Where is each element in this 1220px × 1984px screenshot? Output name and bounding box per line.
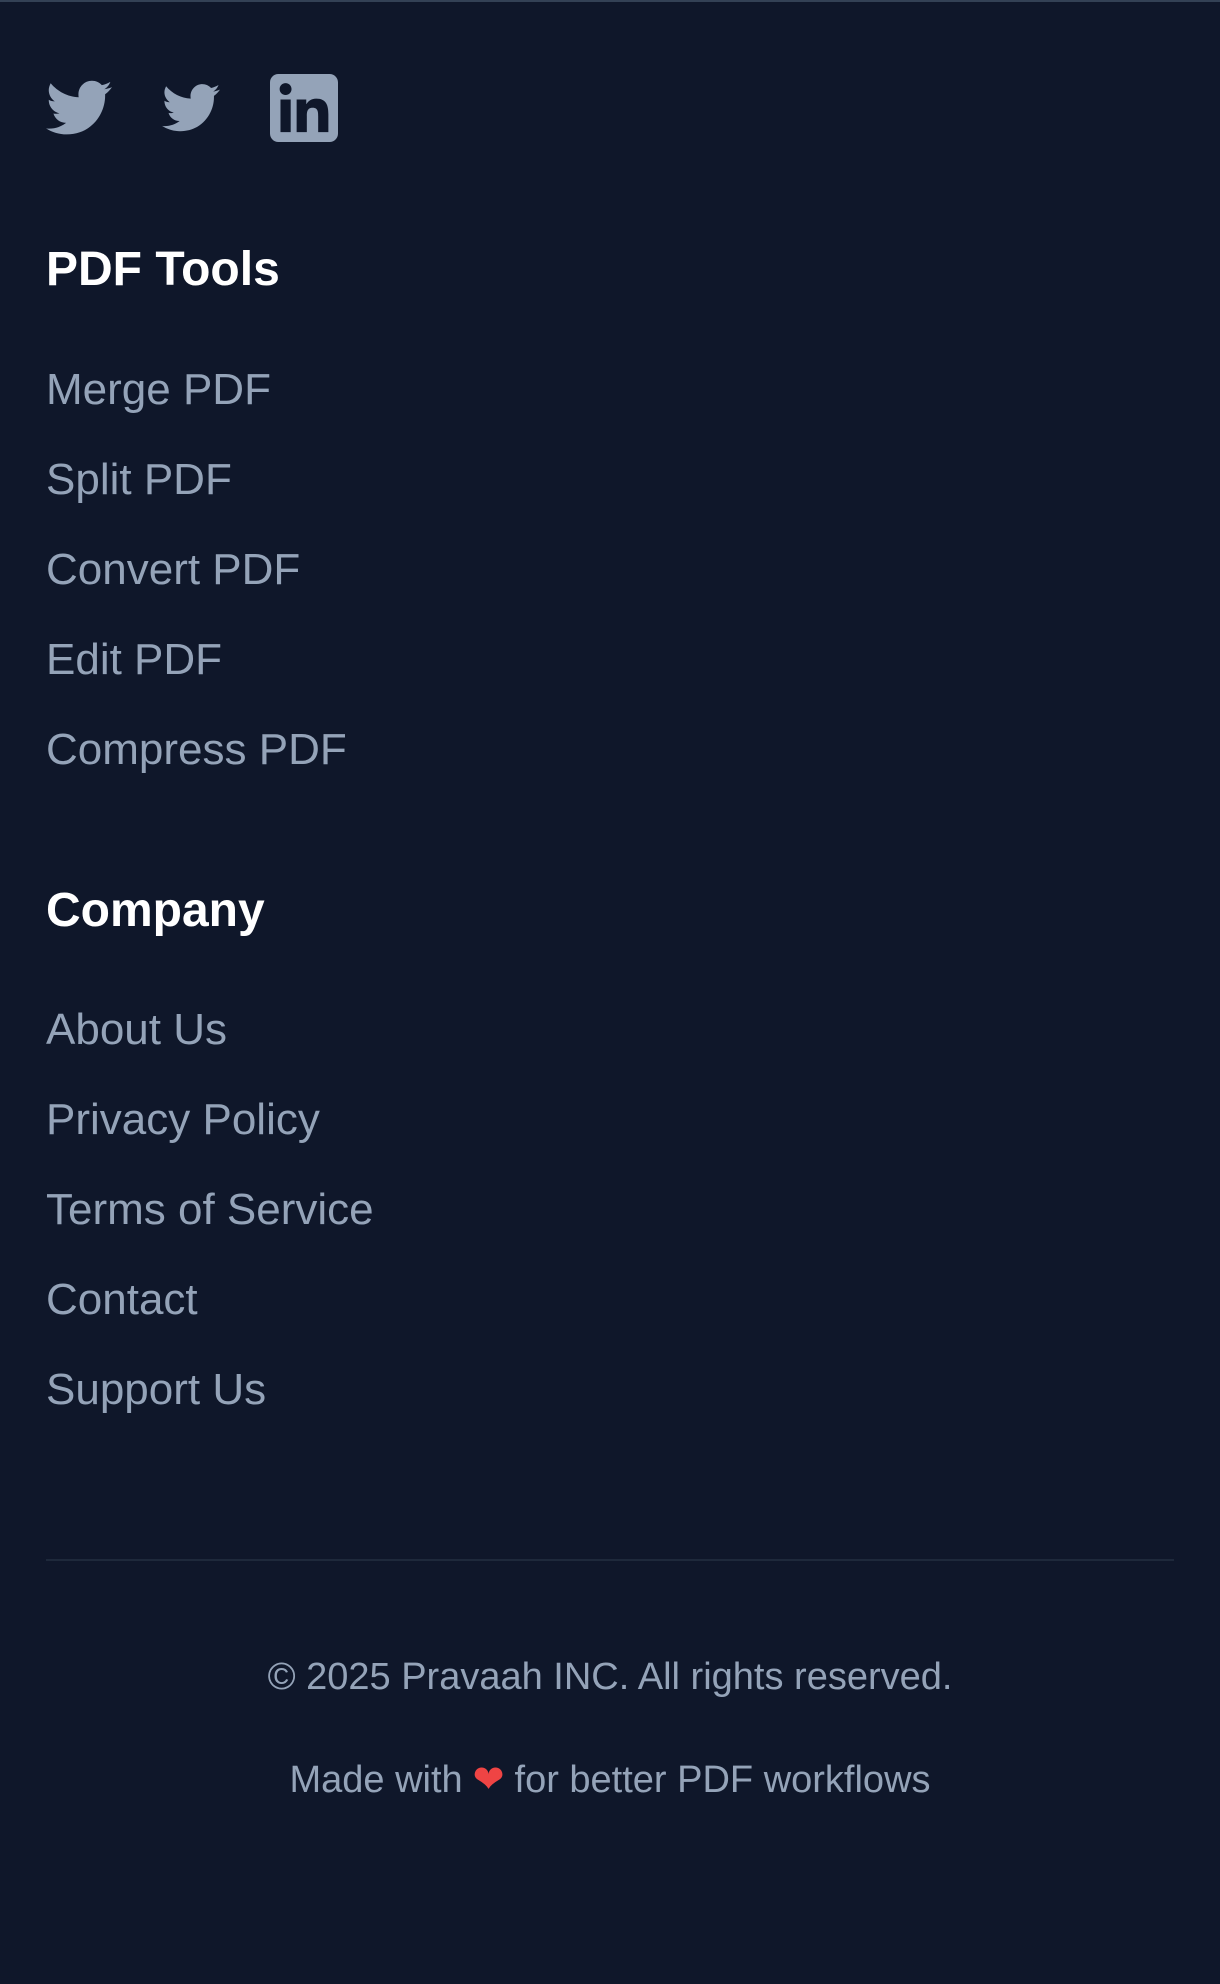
twitter-icon xyxy=(162,84,220,132)
list-item: Terms of Service xyxy=(46,1180,374,1270)
list-item: Privacy Policy xyxy=(46,1090,374,1180)
edit-pdf-link[interactable]: Edit PDF xyxy=(46,630,222,690)
contact-link[interactable]: Contact xyxy=(46,1270,198,1330)
made-with-text: Made with ❤ for better PDF workflows xyxy=(0,1755,1220,1805)
footer-divider xyxy=(46,1559,1174,1561)
list-item: Split PDF xyxy=(46,450,347,540)
site-footer: PDF Tools Merge PDF Split PDF Convert PD… xyxy=(0,0,1220,1984)
social-links xyxy=(46,74,388,142)
twitter-link-2[interactable] xyxy=(162,83,220,133)
twitter-link[interactable] xyxy=(46,80,112,136)
list-item: Support Us xyxy=(46,1360,374,1450)
support-us-link[interactable]: Support Us xyxy=(46,1360,266,1420)
company-heading: Company xyxy=(46,884,265,937)
linkedin-icon xyxy=(270,74,338,142)
list-item: About Us xyxy=(46,1000,374,1090)
made-with-prefix: Made with xyxy=(289,1759,463,1801)
pdf-tools-links: Merge PDF Split PDF Convert PDF Edit PDF… xyxy=(46,360,347,810)
pdf-tools-heading: PDF Tools xyxy=(46,243,280,296)
copyright-text: © 2025 Pravaah INC. All rights reserved. xyxy=(267,1656,953,1698)
list-item: Contact xyxy=(46,1270,374,1360)
about-us-link[interactable]: About Us xyxy=(46,1000,227,1060)
made-with-suffix: for better PDF workflows xyxy=(514,1759,931,1801)
split-pdf-link[interactable]: Split PDF xyxy=(46,450,232,510)
privacy-policy-link[interactable]: Privacy Policy xyxy=(46,1090,320,1150)
company-links: About Us Privacy Policy Terms of Service… xyxy=(46,1000,374,1450)
list-item: Convert PDF xyxy=(46,540,347,630)
list-item: Compress PDF xyxy=(46,720,347,810)
compress-pdf-link[interactable]: Compress PDF xyxy=(46,720,347,780)
merge-pdf-link[interactable]: Merge PDF xyxy=(46,360,271,420)
heart-icon: ❤ xyxy=(472,1759,505,1801)
convert-pdf-link[interactable]: Convert PDF xyxy=(46,540,300,600)
twitter-icon xyxy=(46,80,112,135)
list-item: Edit PDF xyxy=(46,630,347,720)
list-item: Merge PDF xyxy=(46,360,347,450)
terms-of-service-link[interactable]: Terms of Service xyxy=(46,1180,374,1240)
linkedin-link[interactable] xyxy=(270,74,338,142)
